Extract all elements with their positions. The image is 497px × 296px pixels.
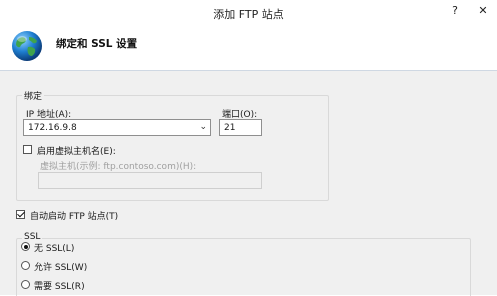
globe-icon xyxy=(12,31,42,61)
virtual-host-field-label: 虚拟主机(示例: ftp.contoso.com)(H): xyxy=(40,162,197,172)
ssl-option-require-radio[interactable] xyxy=(21,280,30,289)
ip-address-value: 172.16.9.8 xyxy=(28,123,77,133)
ssl-option-none-radio[interactable] xyxy=(21,242,30,251)
page-title: 绑定和 SSL 设置 xyxy=(56,38,138,50)
binding-group-label: 绑定 xyxy=(22,89,45,102)
virtual-host-checkbox-label[interactable]: 启用虚拟主机名(E): xyxy=(37,144,116,157)
scrollbar[interactable] xyxy=(485,71,497,295)
virtual-host-input[interactable] xyxy=(38,172,262,189)
ssl-option-none-label[interactable]: 无 SSL(L) xyxy=(34,241,74,254)
auto-start-checkbox[interactable] xyxy=(16,210,25,219)
title-bar: 添加 FTP 站点 ? ✕ xyxy=(0,0,497,24)
auto-start-label[interactable]: 自动启动 FTP 站点(T) xyxy=(30,209,118,222)
ssl-option-require-label[interactable]: 需要 SSL(R) xyxy=(34,279,85,292)
help-button[interactable]: ? xyxy=(447,3,463,19)
chevron-down-icon[interactable]: ⌄ xyxy=(199,122,207,132)
ip-address-combo[interactable]: 172.16.9.8 ⌄ xyxy=(23,119,211,136)
window-title: 添加 FTP 站点 xyxy=(213,8,284,21)
virtual-host-checkbox[interactable] xyxy=(23,145,32,154)
close-button[interactable]: ✕ xyxy=(474,3,492,19)
port-input[interactable]: 21 xyxy=(219,119,262,136)
ssl-option-allow-radio[interactable] xyxy=(21,261,30,270)
ssl-option-allow-label[interactable]: 允许 SSL(W) xyxy=(34,260,87,273)
